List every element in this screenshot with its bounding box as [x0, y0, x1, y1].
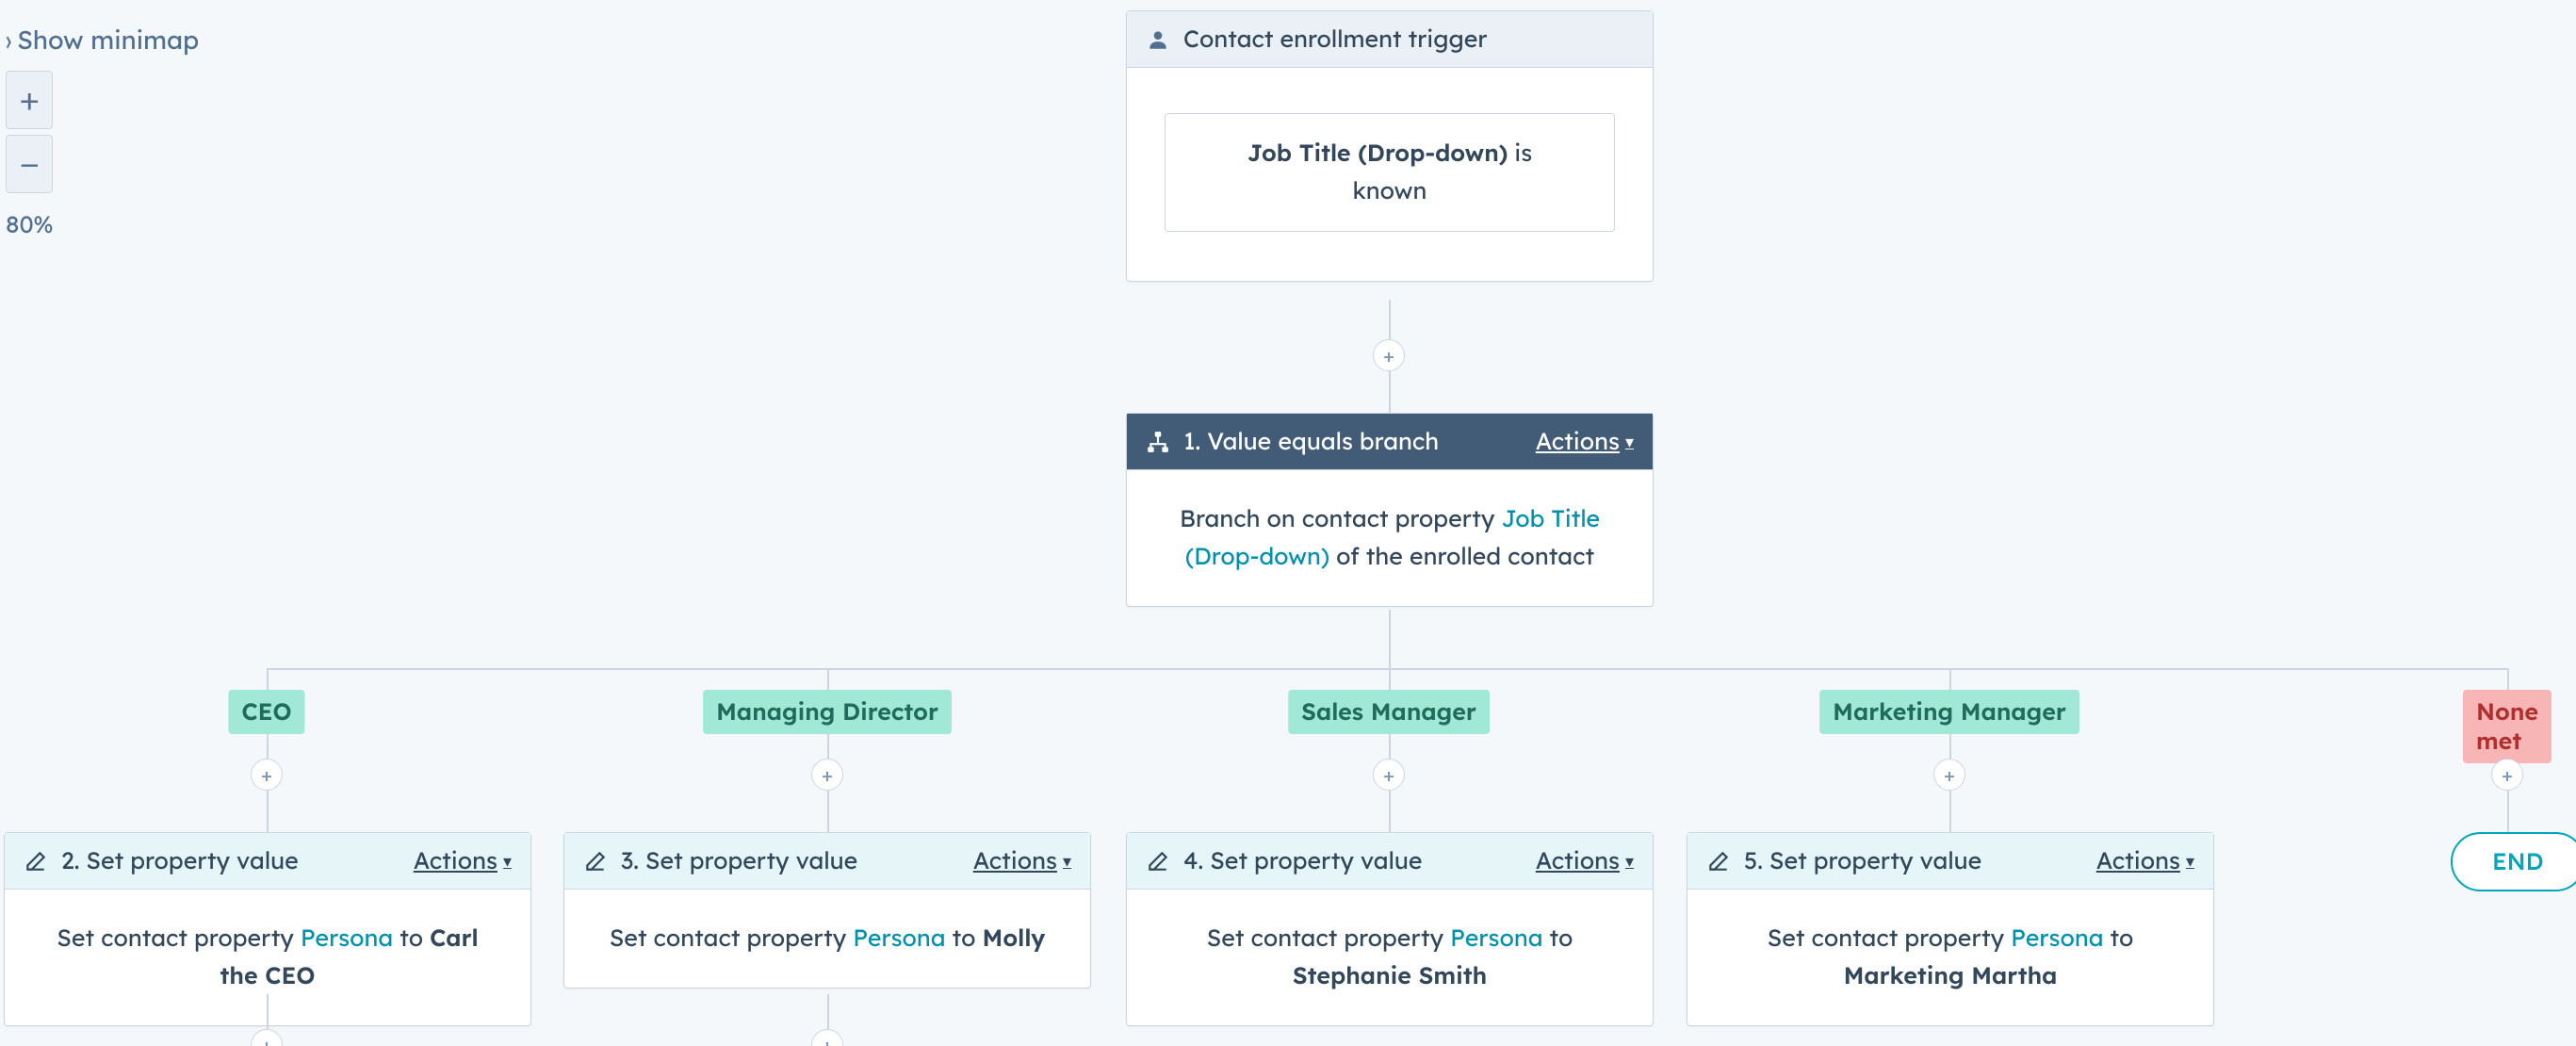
end-node: END: [2451, 832, 2576, 891]
add-step-button[interactable]: +: [251, 759, 283, 791]
caret-down-icon: ▾: [1625, 431, 1634, 452]
branch-icon: [1146, 430, 1170, 454]
contact-icon: [1146, 27, 1170, 52]
enrollment-trigger-header: Contact enrollment trigger: [1127, 11, 1653, 68]
minimap-toggle-label: Show minimap: [17, 24, 199, 56]
step-body: Set contact property Persona to Marketin…: [1687, 890, 2213, 1025]
edit-icon: [1706, 849, 1731, 874]
step-title: 5. Set property value: [1744, 846, 2083, 875]
connector-line: [1389, 610, 1391, 668]
add-step-button[interactable]: +: [1373, 759, 1405, 791]
edit-icon: [24, 849, 48, 874]
add-step-button[interactable]: +: [811, 1029, 843, 1046]
enrollment-trigger-title: Contact enrollment trigger: [1183, 25, 1634, 54]
branch-label-managing-director[interactable]: Managing Director: [703, 690, 952, 734]
step-title: 4. Set property value: [1183, 846, 1523, 875]
set-property-card-3[interactable]: 3. Set property value Actions▾ Set conta…: [563, 832, 1091, 989]
branch-step-body: Branch on contact property Job Title (Dr…: [1127, 470, 1653, 606]
branch-step-header: 1. Value equals branch Actions ▾: [1127, 414, 1653, 470]
set-property-card-4[interactable]: 4. Set property value Actions▾ Set conta…: [1126, 832, 1654, 1026]
branch-label-marketing-manager[interactable]: Marketing Manager: [1819, 690, 2079, 734]
branch-step-actions-menu[interactable]: Actions ▾: [1536, 427, 1634, 456]
zoom-in-button[interactable]: +: [6, 71, 53, 129]
edit-icon: [583, 849, 608, 874]
enrollment-trigger-card[interactable]: Contact enrollment trigger Job Title (Dr…: [1126, 10, 1654, 282]
caret-down-icon: ▾: [1625, 850, 1634, 872]
add-step-button[interactable]: +: [2491, 759, 2523, 791]
enrollment-filter-pill[interactable]: Job Title (Drop-down) is known: [1165, 113, 1615, 232]
add-step-button[interactable]: +: [1933, 759, 1965, 791]
connector-line: [267, 668, 2507, 670]
branch-label-sales-manager[interactable]: Sales Manager: [1288, 690, 1490, 734]
caret-down-icon: ▾: [1063, 850, 1071, 872]
show-minimap-toggle[interactable]: › Show minimap: [6, 24, 199, 56]
branch-step-title: 1. Value equals branch: [1183, 427, 1523, 456]
edit-icon: [1146, 849, 1170, 874]
caret-down-icon: ▾: [2186, 850, 2194, 872]
add-step-button[interactable]: +: [811, 759, 843, 791]
add-step-button[interactable]: +: [251, 1029, 283, 1046]
branch-label-ceo[interactable]: CEO: [228, 690, 304, 734]
step-title: 3. Set property value: [621, 846, 960, 875]
set-property-card-5[interactable]: 5. Set property value Actions▾ Set conta…: [1687, 832, 2214, 1026]
add-step-button[interactable]: +: [1373, 339, 1405, 371]
chevron-right-icon: ›: [6, 21, 11, 57]
step-actions-menu[interactable]: Actions▾: [414, 846, 512, 875]
branch-label-none-met[interactable]: None met: [2463, 690, 2552, 763]
step-body: Set contact property Persona to Stephani…: [1127, 890, 1653, 1025]
step-title: 2. Set property value: [61, 846, 400, 875]
step-actions-menu[interactable]: Actions▾: [973, 846, 1071, 875]
branch-step-card[interactable]: 1. Value equals branch Actions ▾ Branch …: [1126, 413, 1654, 607]
persona-link[interactable]: Persona: [301, 923, 393, 953]
zoom-level-label: 80%: [6, 210, 54, 239]
step-body: Set contact property Persona to Molly: [564, 890, 1090, 988]
persona-link[interactable]: Persona: [853, 923, 945, 953]
persona-link[interactable]: Persona: [2011, 923, 2103, 953]
step-actions-menu[interactable]: Actions▾: [1536, 846, 1634, 875]
caret-down-icon: ▾: [503, 850, 512, 872]
zoom-out-button[interactable]: −: [6, 135, 53, 193]
persona-link[interactable]: Persona: [1450, 923, 1542, 953]
step-actions-menu[interactable]: Actions▾: [2096, 846, 2194, 875]
